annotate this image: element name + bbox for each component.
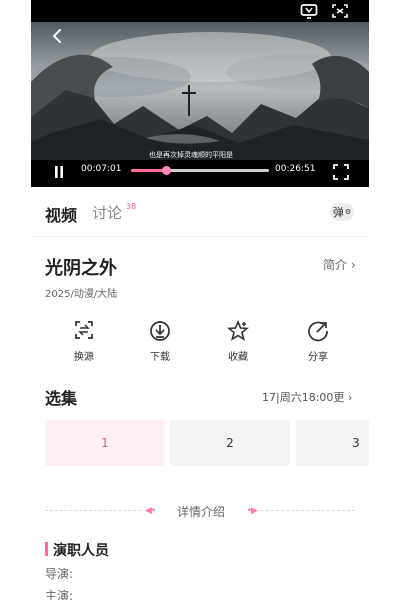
discussion-count-badge: 38 — [126, 202, 137, 211]
video-subtitle: 也是再次掉灵魂顺的平阳是 — [149, 151, 233, 159]
star-icon — [213, 320, 263, 348]
update-schedule-link[interactable]: 17|周六18:00更 › — [262, 389, 352, 405]
action-label: 收藏 — [228, 352, 248, 363]
left-margin — [0, 0, 31, 600]
danmu-label: 弹 — [332, 206, 344, 219]
video-player[interactable]: 也是再次掉灵魂顺的平阳是 00:07:01 00:26:51 — [31, 0, 369, 187]
content-column: 也是再次掉灵魂顺的平阳是 00:07:01 00:26:51 视频 讨论 38 … — [31, 0, 369, 600]
switch-source-icon — [59, 320, 109, 348]
show-intro-link[interactable]: 简介 › — [323, 256, 356, 273]
video-frame — [31, 22, 369, 167]
left-arrow-icon: ◀• — [145, 506, 156, 516]
tv-icon[interactable] — [299, 2, 319, 20]
progress-knob[interactable] — [161, 166, 171, 175]
episode-3-button[interactable]: 3 — [296, 420, 369, 466]
episode-label: 1 — [101, 436, 109, 450]
director-label: 导演: — [45, 567, 74, 581]
current-time: 00:07:01 — [81, 164, 122, 174]
details-heading: ◀• 详情介绍 •▶ — [145, 501, 258, 521]
right-margin — [369, 0, 400, 600]
switch-source-button[interactable]: 换源 — [59, 320, 109, 368]
download-icon — [135, 320, 185, 348]
details-label: 详情介绍 — [176, 504, 225, 519]
details-divider-right — [261, 510, 355, 512]
action-label: 换源 — [74, 352, 94, 363]
rotate-icon[interactable] — [330, 2, 350, 20]
show-title: 光阴之外 — [45, 258, 117, 279]
right-arrow-icon: •▶ — [246, 506, 258, 516]
chevron-right-icon: › — [344, 391, 353, 404]
favorite-button[interactable]: 收藏 — [213, 320, 263, 368]
cast-accent-bar — [45, 542, 48, 556]
share-button[interactable]: 分享 — [293, 320, 343, 368]
action-label: 下载 — [150, 352, 170, 363]
action-label: 分享 — [308, 352, 328, 363]
app-page: 也是再次掉灵魂顺的平阳是 00:07:01 00:26:51 视频 讨论 38 … — [0, 0, 400, 600]
details-divider-left — [45, 510, 141, 512]
pause-icon[interactable] — [50, 163, 68, 181]
content-tabs: 视频 讨论 38 弹 ⚙ — [31, 187, 369, 237]
chevron-right-icon: › — [347, 258, 356, 272]
progress-bar[interactable] — [131, 166, 269, 175]
cast-title: 演职人员 — [53, 543, 109, 559]
intro-label: 简介 — [323, 258, 348, 272]
download-button[interactable]: 下载 — [135, 320, 185, 368]
episode-1-button[interactable]: 1 — [45, 420, 165, 466]
danmu-button[interactable]: 弹 ⚙ — [330, 203, 354, 221]
duration-time: 00:26:51 — [275, 164, 316, 174]
episode-2-button[interactable]: 2 — [170, 420, 290, 466]
episode-label: 2 — [226, 436, 234, 450]
back-icon[interactable] — [48, 27, 66, 45]
actor-label: 主演: — [45, 589, 74, 600]
tab-video[interactable]: 视频 — [45, 202, 77, 226]
danmu-icon: ⚙ — [344, 208, 352, 216]
show-meta: 2025/动漫/大陆 — [45, 289, 118, 300]
progress-fill — [131, 169, 166, 172]
episodes-title: 选集 — [45, 389, 78, 408]
schedule-label: 17|周六18:00更 — [262, 391, 345, 404]
fullscreen-icon[interactable] — [331, 162, 350, 181]
share-icon — [293, 320, 343, 348]
episode-label: 3 — [352, 436, 360, 450]
tab-discussion[interactable]: 讨论 — [92, 202, 122, 223]
